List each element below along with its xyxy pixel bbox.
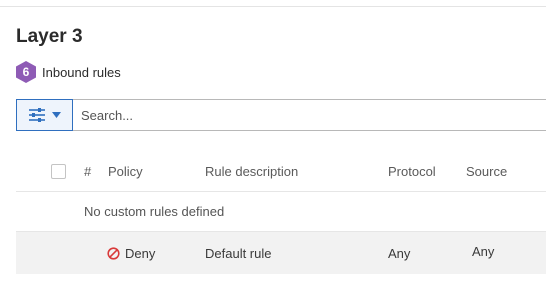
policy-value: Deny: [125, 245, 156, 261]
empty-state-row: No custom rules defined: [16, 192, 546, 232]
select-all-cell: [51, 152, 66, 191]
column-header-description[interactable]: Rule description: [205, 152, 298, 191]
search-bar: [16, 99, 546, 131]
rules-table: # Policy Rule description Protocol Sourc…: [16, 152, 546, 274]
source-value: Any: [472, 243, 495, 259]
column-header-policy[interactable]: Policy: [108, 152, 143, 191]
rule-count-badge: 6: [16, 61, 36, 83]
rule-count-row: 6 Inbound rules: [16, 61, 121, 83]
sliders-icon: [29, 108, 45, 122]
caret-down-icon: [52, 112, 61, 118]
select-all-checkbox[interactable]: [51, 164, 66, 179]
table-header-row: # Policy Rule description Protocol Sourc…: [16, 152, 546, 192]
protocol-value: Any: [388, 245, 411, 261]
column-header-number[interactable]: #: [84, 152, 91, 191]
description-value: Default rule: [205, 245, 272, 261]
empty-state-message: No custom rules defined: [84, 204, 225, 219]
rule-type-label: Inbound rules: [42, 64, 121, 80]
search-input[interactable]: [73, 100, 546, 130]
section-title: Layer 3: [16, 26, 83, 47]
column-header-source[interactable]: Source: [466, 152, 507, 191]
top-divider: [0, 6, 546, 7]
filter-dropdown-button[interactable]: [16, 99, 73, 131]
column-header-protocol[interactable]: Protocol: [388, 152, 436, 191]
no-entry-icon: [107, 246, 120, 260]
policy-cell: Deny: [107, 232, 155, 274]
rule-count-value: 6: [22, 65, 30, 79]
table-row[interactable]: Deny Default rule Any Any: [16, 232, 546, 274]
